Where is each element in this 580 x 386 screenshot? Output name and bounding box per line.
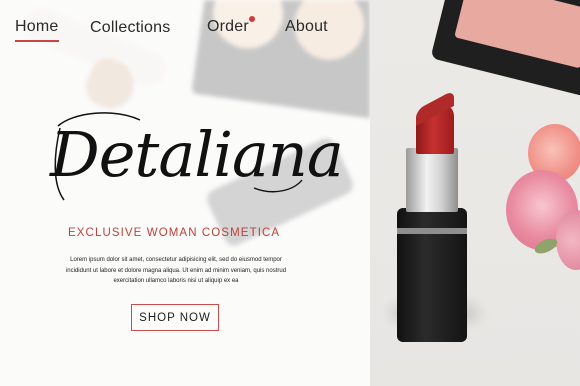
hero-description: Lorem ipsum dolor sit amet, consectetur … xyxy=(65,257,287,284)
tagline: EXCLUSIVE WOMAN COSMETICA xyxy=(68,227,281,239)
lipstick-collar xyxy=(406,148,458,212)
nav-item-label: Order xyxy=(207,18,249,35)
brand-logo: Detaliana xyxy=(44,104,344,214)
nav-item-label: Collections xyxy=(90,19,171,36)
nav-item-label: About xyxy=(285,18,328,35)
nav-item-about[interactable]: About xyxy=(285,18,328,36)
notification-dot xyxy=(248,16,255,22)
nav-item-label: Home xyxy=(15,18,59,35)
blush-compact xyxy=(430,0,580,100)
main-navigation: Home Collections Order About xyxy=(0,16,370,42)
nav-item-home[interactable]: Home xyxy=(15,18,60,42)
shop-now-button[interactable]: SHOP NOW xyxy=(131,304,219,331)
shop-now-label: SHOP NOW xyxy=(139,311,211,324)
nav-item-order[interactable]: Order xyxy=(207,16,255,36)
nav-item-collections[interactable]: Collections xyxy=(90,19,170,37)
active-underline xyxy=(15,40,60,42)
product-photo xyxy=(370,0,580,386)
brand-name: Detaliana xyxy=(50,118,344,191)
